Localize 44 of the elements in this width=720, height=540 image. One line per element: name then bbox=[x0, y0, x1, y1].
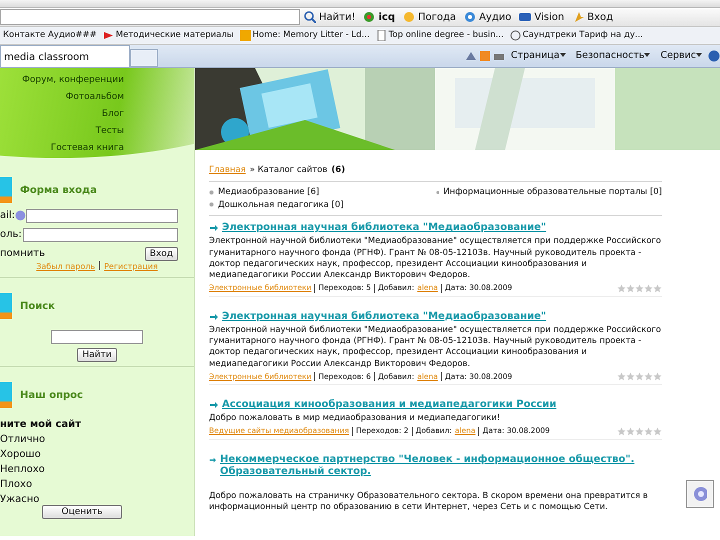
menu-button[interactable]: Безопасность bbox=[572, 48, 654, 63]
field-label: оль: bbox=[0, 228, 22, 242]
checkbox-label: помнить bbox=[0, 247, 45, 261]
search-button[interactable]: Найти bbox=[77, 348, 117, 362]
poll-option[interactable]: Хорошо bbox=[0, 447, 194, 462]
menu-link[interactable]: Тесты bbox=[0, 123, 124, 140]
poll-option[interactable]: Ужасно bbox=[0, 492, 194, 507]
entry-description: Добро пожаловать на страничку Образовательного сектора. В скором времени она превратится в информационный центр по образованию в сети Интернет, через Сеть и с помощью Сети. bbox=[209, 490, 649, 512]
menu-button[interactable]: Страница bbox=[506, 48, 570, 63]
poll-option[interactable]: Отлично bbox=[0, 432, 194, 447]
audio-button[interactable]: Аудио bbox=[460, 8, 516, 26]
poll-question: ните мой сайт bbox=[0, 418, 82, 432]
vote-button[interactable]: Оценить bbox=[42, 505, 122, 519]
vision-button[interactable]: Vision bbox=[515, 8, 568, 26]
login-button[interactable]: Вход bbox=[568, 8, 618, 26]
icq-button[interactable]: icq bbox=[359, 8, 399, 26]
weather-button[interactable]: Погода bbox=[399, 8, 460, 26]
entry-description: Электронной научной библиотеки "Медиаобразование" осуществляется при поддержке Российского гуманитарного научного фонда (РГНФ). Грант № 08-05-12103в. Научный руководитель проекта - доктор педагогических наук, профессор, президент Ассоциации кинообразования и медиапедагогики России Александр Викторович Федоров. bbox=[209, 235, 662, 280]
menu-link[interactable]: Блог bbox=[0, 106, 124, 123]
field-label: ail: bbox=[0, 209, 16, 223]
category-link[interactable]: Медиаобразование [6] bbox=[218, 186, 320, 198]
poll-option[interactable]: Неплохо bbox=[0, 462, 194, 477]
login-button[interactable]: Вход bbox=[144, 246, 178, 260]
menu-link[interactable]: Фотоальбом bbox=[0, 89, 124, 106]
category-link[interactable]: Дошкольная педагогика [0] bbox=[218, 198, 344, 212]
bookmark-link[interactable]: Top online degree - busin... bbox=[372, 29, 507, 42]
browser-tab[interactable]: media classroom bbox=[0, 45, 130, 67]
category-link[interactable]: Информационные образовательные порталы [0] bbox=[443, 186, 662, 198]
menu-link[interactable]: Форум, конференции bbox=[0, 72, 124, 89]
bookmark-link[interactable]: Саундтреки Тариф на ду... bbox=[506, 29, 646, 42]
bookmark-link[interactable]: Методические материалы bbox=[100, 29, 237, 42]
item-count: (6) bbox=[331, 165, 346, 175]
section-title: Наш опрос bbox=[20, 388, 83, 402]
section-title: Поиск bbox=[20, 300, 55, 314]
entry-description: Электронной научной библиотеки "Медиаобразование" осуществляется при поддержке Российского гуманитарного научного фонда (РГНФ). Грант № 08-05-12103в. Научный руководитель проекта - доктор педагогических наук, профессор, президент Ассоциации кинообразования и медиапедагогики России Александр Викторович Федоров. bbox=[209, 324, 662, 369]
section-title: Форма входа bbox=[20, 184, 97, 198]
menu-button[interactable]: Сервис bbox=[656, 48, 706, 63]
menu-link[interactable]: Гостевая книга bbox=[0, 140, 124, 157]
bookmark-link[interactable]: Home: Memory Litter - Ld... bbox=[236, 29, 373, 42]
poll-option[interactable]: Плохо bbox=[0, 477, 194, 492]
entry-description: Добро пожаловать в мир медиаобразования и медиапедагогики! bbox=[209, 412, 502, 424]
find-button[interactable]: Найти! bbox=[300, 8, 360, 26]
breadcrumb-text: » Каталог сайтов bbox=[250, 165, 328, 175]
bookmark-link[interactable]: Контакте Аудио### bbox=[0, 29, 100, 42]
